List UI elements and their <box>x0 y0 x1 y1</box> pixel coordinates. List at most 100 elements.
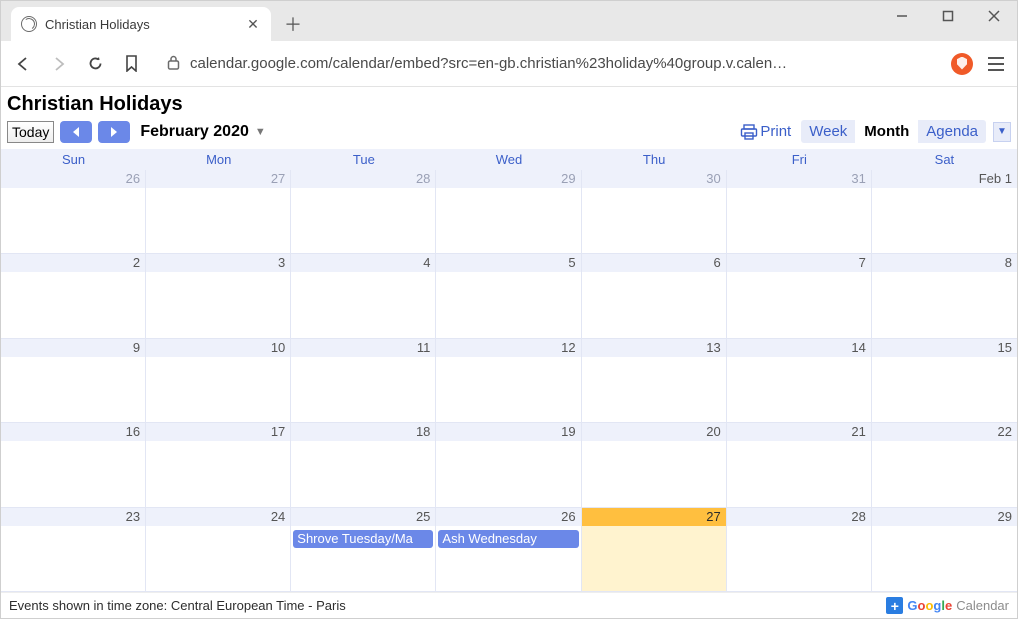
prev-month-button[interactable] <box>60 121 92 143</box>
view-dropdown-icon[interactable]: ▼ <box>993 122 1011 142</box>
close-tab-icon[interactable]: ✕ <box>245 16 261 32</box>
bookmark-icon[interactable] <box>119 52 143 76</box>
date-label: Feb 1 <box>872 170 1017 188</box>
day-header: Wed <box>436 149 581 170</box>
calendar-cell[interactable]: 23 <box>1 508 146 592</box>
calendar-cell[interactable]: 14 <box>727 339 872 423</box>
globe-icon <box>21 16 37 32</box>
date-label: 8 <box>872 254 1017 272</box>
calendar-cell[interactable]: 26 Ash Wednesday <box>436 508 581 592</box>
date-label: 24 <box>146 508 290 526</box>
brave-shield-icon[interactable] <box>951 53 973 75</box>
date-label: 9 <box>1 339 145 357</box>
calendar-cell[interactable]: 20 <box>582 423 727 507</box>
address-bar[interactable]: calendar.google.com/calendar/embed?src=e… <box>155 55 939 73</box>
date-label: 26 <box>436 508 580 526</box>
titlebar: Christian Holidays ✕ ＋ <box>1 1 1017 41</box>
calendar-cell[interactable]: 6 <box>582 254 727 338</box>
close-window-icon[interactable] <box>971 1 1017 31</box>
day-header: Sun <box>1 149 146 170</box>
calendar-footer: Events shown in time zone: Central Europ… <box>1 592 1017 618</box>
calendar-cell[interactable]: 28 <box>291 170 436 254</box>
date-label: 29 <box>872 508 1017 526</box>
printer-icon <box>740 124 758 140</box>
add-to-google-calendar[interactable]: + Google Calendar <box>886 597 1009 614</box>
date-label: 30 <box>582 170 726 188</box>
today-button[interactable]: Today <box>7 121 54 143</box>
tab-agenda[interactable]: Agenda <box>917 120 986 143</box>
calendar-cell[interactable]: 7 <box>727 254 872 338</box>
browser-window: Christian Holidays ✕ ＋ calendar.google.c… <box>0 0 1018 619</box>
month-dropdown-icon[interactable]: ▼ <box>255 126 266 138</box>
calendar-cell[interactable]: 2 <box>1 254 146 338</box>
date-label: 15 <box>872 339 1017 357</box>
date-label: 20 <box>582 423 726 441</box>
calendar-cell[interactable]: 27 <box>146 170 291 254</box>
browser-tab[interactable]: Christian Holidays ✕ <box>11 7 271 41</box>
calendar-cell[interactable]: 17 <box>146 423 291 507</box>
browser-toolbar: calendar.google.com/calendar/embed?src=e… <box>1 41 1017 87</box>
plus-icon: + <box>886 597 903 614</box>
calendar-cell[interactable]: Feb 1 <box>872 170 1017 254</box>
date-label: 6 <box>582 254 726 272</box>
day-header: Tue <box>291 149 436 170</box>
calendar-title: Christian Holidays <box>1 87 1017 120</box>
calendar-cell[interactable]: 27 <box>582 508 727 592</box>
calendar-cell[interactable]: 24 <box>146 508 291 592</box>
date-label: 21 <box>727 423 871 441</box>
calendar-cell[interactable]: 26 <box>1 170 146 254</box>
date-label: 26 <box>1 170 145 188</box>
calendar-cell[interactable]: 18 <box>291 423 436 507</box>
calendar-cell[interactable]: 8 <box>872 254 1017 338</box>
date-label: 10 <box>146 339 290 357</box>
day-header: Thu <box>582 149 727 170</box>
date-label: 28 <box>291 170 435 188</box>
tab-month[interactable]: Month <box>855 120 917 143</box>
url-text: calendar.google.com/calendar/embed?src=e… <box>190 55 787 72</box>
calendar-cell[interactable]: 22 <box>872 423 1017 507</box>
calendar-cell[interactable]: 5 <box>436 254 581 338</box>
calendar-cell[interactable]: 28 <box>727 508 872 592</box>
date-label: 2 <box>1 254 145 272</box>
calendar-cell[interactable]: 4 <box>291 254 436 338</box>
calendar-cell[interactable]: 12 <box>436 339 581 423</box>
date-label: 19 <box>436 423 580 441</box>
date-label: 29 <box>436 170 580 188</box>
calendar-cell[interactable]: 25Shrove Tuesday/Ma <box>291 508 436 592</box>
calendar-cell[interactable]: 13 <box>582 339 727 423</box>
calendar-cell[interactable]: 16 <box>1 423 146 507</box>
forward-button[interactable] <box>47 52 71 76</box>
back-button[interactable] <box>11 52 35 76</box>
google-logo-text: Google <box>907 598 952 613</box>
calendar-cell[interactable]: 15 <box>872 339 1017 423</box>
date-label: 27 <box>582 508 726 526</box>
date-label: 16 <box>1 423 145 441</box>
maximize-icon[interactable] <box>925 1 971 31</box>
calendar-cell[interactable]: 30 <box>582 170 727 254</box>
calendar-cell[interactable]: 29 <box>872 508 1017 592</box>
calendar-event[interactable]: Ash Wednesday <box>438 530 578 548</box>
date-label: 3 <box>146 254 290 272</box>
calendar-cell[interactable]: 29 <box>436 170 581 254</box>
calendar-cell[interactable]: 31 <box>727 170 872 254</box>
calendar-cell[interactable]: 3 <box>146 254 291 338</box>
hamburger-menu-icon[interactable] <box>985 57 1007 71</box>
calendar-event[interactable]: Shrove Tuesday/Ma <box>293 530 433 548</box>
calendar-cell[interactable]: 21 <box>727 423 872 507</box>
calendar-cell[interactable]: 19 <box>436 423 581 507</box>
reload-button[interactable] <box>83 52 107 76</box>
calendar-cell[interactable]: 11 <box>291 339 436 423</box>
month-label: February 2020 <box>140 123 249 141</box>
calendar-cell[interactable]: 9 <box>1 339 146 423</box>
day-headers: SunMonTueWedThuFriSat <box>1 149 1017 170</box>
calendar-toolbar: Today February 2020 ▼ Print Week Month A… <box>1 120 1017 149</box>
next-month-button[interactable] <box>98 121 130 143</box>
calendar-cell[interactable]: 10 <box>146 339 291 423</box>
tab-week[interactable]: Week <box>801 120 855 143</box>
print-label: Print <box>760 123 791 140</box>
new-tab-button[interactable]: ＋ <box>279 10 307 38</box>
day-header: Fri <box>727 149 872 170</box>
date-label: 11 <box>291 339 435 357</box>
print-button[interactable]: Print <box>740 123 791 140</box>
minimize-icon[interactable] <box>879 1 925 31</box>
